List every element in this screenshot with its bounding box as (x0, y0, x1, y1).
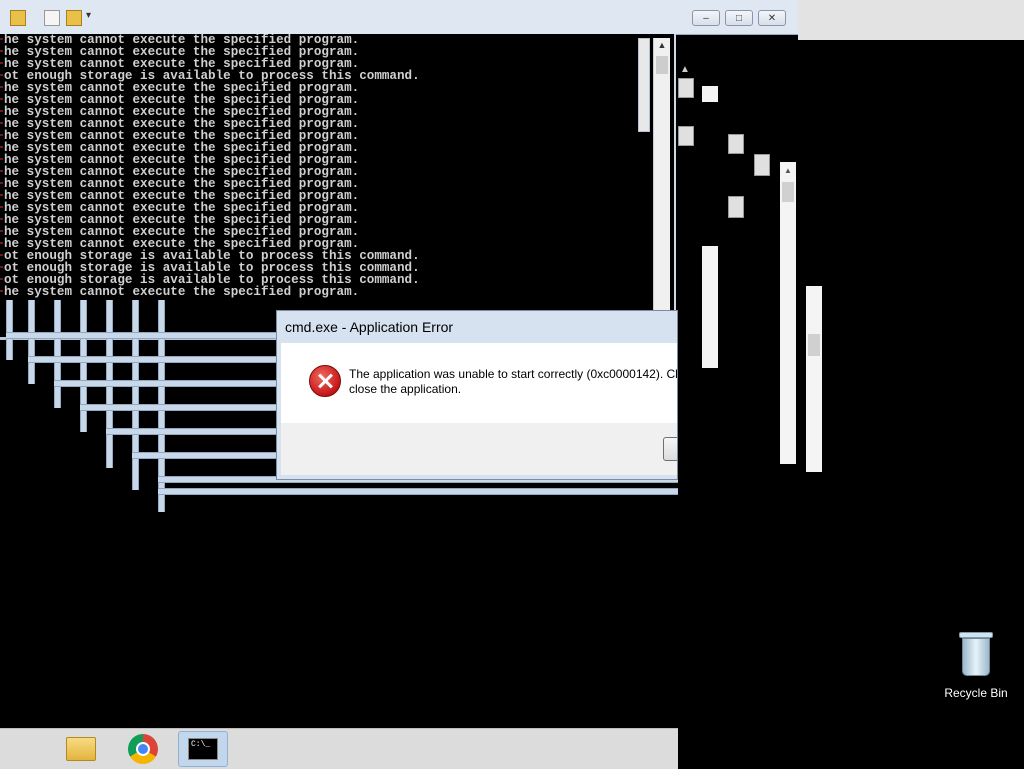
window-frame-edge (132, 300, 139, 490)
window-frame-edge (28, 300, 35, 384)
taskbar-explorer-button[interactable] (56, 731, 106, 767)
scroll-up-icon[interactable]: ▲ (654, 38, 670, 52)
window-fragment (702, 246, 718, 368)
dialog-title: cmd.exe - Application Error (285, 319, 454, 335)
minimize-button[interactable]: – (692, 10, 720, 26)
window-fragment (798, 0, 1024, 40)
command-prompt-icon: C:\_ (188, 738, 218, 760)
chrome-icon (128, 734, 158, 764)
ok-button[interactable] (663, 437, 677, 461)
scroll-up-icon: ▲ (680, 64, 690, 75)
close-button[interactable]: ✕ (758, 10, 786, 26)
window-frame-edge (80, 300, 87, 432)
scroll-up-icon: ▲ (784, 166, 792, 175)
console-scrollbar[interactable]: ▲ ▼ (653, 38, 670, 334)
scroll-thumb[interactable] (656, 56, 668, 74)
console-line: he system cannot execute the specified p… (4, 285, 360, 299)
dialog-message: The application was unable to start corr… (349, 367, 678, 397)
window-fragment (678, 126, 694, 146)
scrollbar-fragment (806, 286, 822, 472)
scroll-thumb (808, 334, 820, 356)
console-window[interactable]: he system cannot execute the specified p… (0, 34, 676, 340)
dialog-footer (281, 423, 677, 475)
dialog-body: The application was unable to start corr… (281, 343, 677, 423)
recycle-bin-icon (959, 632, 993, 676)
window-fragment (678, 78, 694, 98)
file-explorer-icon (66, 737, 96, 761)
window-frame-edge (54, 300, 61, 408)
dialog-message-line: The application was unable to start corr… (349, 367, 678, 381)
scroll-thumb (782, 182, 794, 202)
explorer-title-bar: ▾ – □ ✕ (0, 0, 798, 35)
taskbar-cmd-button[interactable]: C:\_ (178, 731, 228, 767)
console-artifact (0, 38, 3, 298)
dialog-message-line: close the application. (349, 382, 462, 396)
taskbar-chrome-button[interactable] (118, 731, 168, 767)
window-fragment (728, 196, 744, 218)
recycle-bin-label: Recycle Bin (944, 686, 1008, 700)
window-fragment (702, 86, 718, 102)
window-fragment (754, 154, 770, 176)
recycle-bin-shortcut[interactable]: Recycle Bin (944, 632, 1008, 700)
folder-icon[interactable] (10, 10, 26, 26)
taskbar: C:\_ (0, 728, 678, 769)
nested-scrollbar[interactable] (638, 38, 650, 132)
new-folder-icon[interactable] (66, 10, 82, 26)
maximize-button[interactable]: □ (725, 10, 753, 26)
properties-icon[interactable] (44, 10, 60, 26)
scrollbar-fragment: ▲ (780, 162, 796, 464)
error-icon (309, 365, 341, 397)
quick-access-dropdown-icon[interactable]: ▾ (86, 10, 100, 24)
console-output: he system cannot execute the specified p… (4, 34, 640, 298)
window-frame-edge (158, 488, 678, 495)
window-fragment (728, 134, 744, 154)
application-error-dialog[interactable]: cmd.exe - Application Error The applicat… (276, 310, 678, 480)
window-frame-edge (6, 300, 13, 360)
